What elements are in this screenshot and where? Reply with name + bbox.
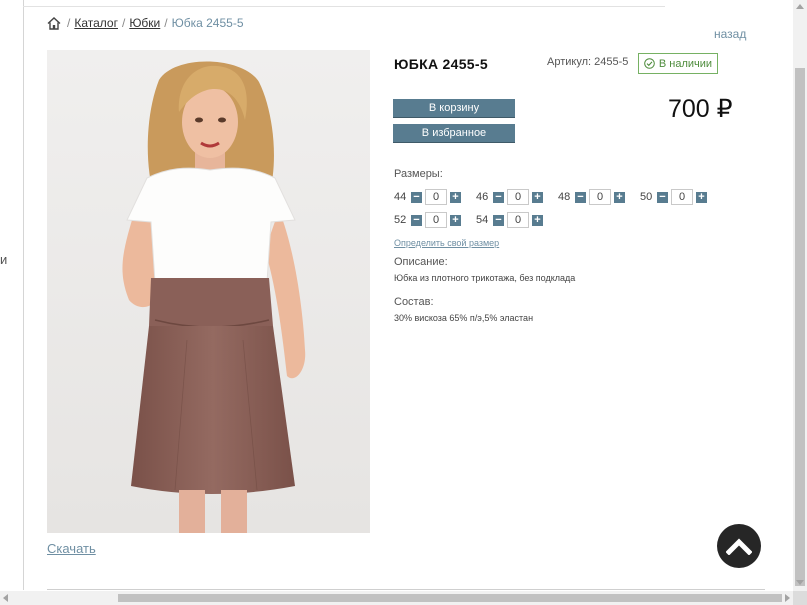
product-price: 700 ₽: [668, 95, 733, 123]
sizes-label: Размеры:: [394, 168, 443, 180]
horizontal-scrollbar-thumb[interactable]: [118, 594, 782, 602]
quantity-input-50[interactable]: [671, 189, 693, 205]
stock-status-badge: В наличии: [638, 53, 718, 74]
size-option-54: 54 − +: [476, 211, 543, 229]
scroll-to-top-button[interactable]: [717, 524, 761, 568]
offscreen-sidebar-text: и: [0, 252, 8, 267]
size-option-46: 46 − +: [476, 188, 543, 206]
breadcrumb-current: Юбка 2455-5: [171, 16, 244, 30]
plus-icon[interactable]: +: [532, 191, 543, 203]
breadcrumb-separator: /: [67, 16, 71, 30]
size-option-48: 48 − +: [558, 188, 625, 206]
size-label: 44: [394, 191, 407, 203]
quantity-input-44[interactable]: [425, 189, 447, 205]
composition-label: Состав:: [394, 296, 434, 308]
plus-icon[interactable]: +: [450, 191, 461, 203]
product-title: ЮБКА 2455-5: [394, 56, 488, 72]
size-label: 54: [476, 214, 489, 226]
check-circle-icon: [644, 58, 655, 69]
chevron-up-icon: [726, 538, 752, 555]
breadcrumb: / Каталог / Юбки / Юбка 2455-5: [47, 16, 244, 30]
minus-icon[interactable]: −: [575, 191, 586, 203]
breadcrumb-skirts[interactable]: Юбки: [129, 16, 160, 30]
description-label: Описание:: [394, 256, 448, 268]
composition-text: 30% вискоза 65% п/э,5% эластан: [394, 313, 534, 323]
minus-icon[interactable]: −: [411, 191, 422, 203]
home-icon[interactable]: [47, 16, 61, 30]
minus-icon[interactable]: −: [493, 191, 504, 203]
quantity-input-48[interactable]: [589, 189, 611, 205]
product-photo-illustration: [47, 50, 370, 533]
breadcrumb-separator: /: [121, 16, 126, 30]
size-label: 50: [640, 191, 653, 203]
size-option-44: 44 − +: [394, 188, 461, 206]
download-link[interactable]: Скачать: [47, 541, 96, 556]
add-to-favorites-button[interactable]: В избранное: [393, 124, 515, 142]
plus-icon[interactable]: +: [532, 214, 543, 226]
size-label: 46: [476, 191, 489, 203]
back-link[interactable]: назад: [714, 27, 746, 41]
product-sku: Артикул: 2455-5: [547, 56, 629, 68]
minus-icon[interactable]: −: [657, 191, 668, 203]
description-text: Юбка из плотного трикотажа, без подклада: [394, 273, 576, 283]
left-border: [23, 0, 24, 590]
add-to-cart-button[interactable]: В корзину: [393, 99, 515, 117]
scroll-up-arrow-icon[interactable]: [796, 4, 804, 9]
top-divider: [23, 6, 665, 7]
size-option-52: 52 − +: [394, 211, 461, 229]
quantity-input-52[interactable]: [425, 212, 447, 228]
scroll-down-arrow-icon[interactable]: [796, 580, 804, 585]
scroll-right-arrow-icon[interactable]: [785, 594, 790, 602]
size-help-link[interactable]: Определить свой размер: [394, 238, 499, 248]
product-image[interactable]: [47, 50, 370, 533]
plus-icon[interactable]: +: [696, 191, 707, 203]
size-label: 52: [394, 214, 407, 226]
breadcrumb-catalog[interactable]: Каталог: [74, 16, 118, 30]
vertical-scrollbar-thumb[interactable]: [795, 68, 805, 586]
scroll-left-arrow-icon[interactable]: [3, 594, 8, 602]
bottom-divider: [47, 589, 765, 590]
quantity-input-54[interactable]: [507, 212, 529, 228]
stock-status-text: В наличии: [658, 57, 713, 70]
minus-icon[interactable]: −: [493, 214, 504, 226]
plus-icon[interactable]: +: [614, 191, 625, 203]
size-label: 48: [558, 191, 571, 203]
breadcrumb-separator: /: [164, 16, 168, 30]
plus-icon[interactable]: +: [450, 214, 461, 226]
quantity-input-46[interactable]: [507, 189, 529, 205]
size-option-50: 50 − +: [640, 188, 707, 206]
minus-icon[interactable]: −: [411, 214, 422, 226]
scrollbar-corner: [793, 591, 807, 605]
